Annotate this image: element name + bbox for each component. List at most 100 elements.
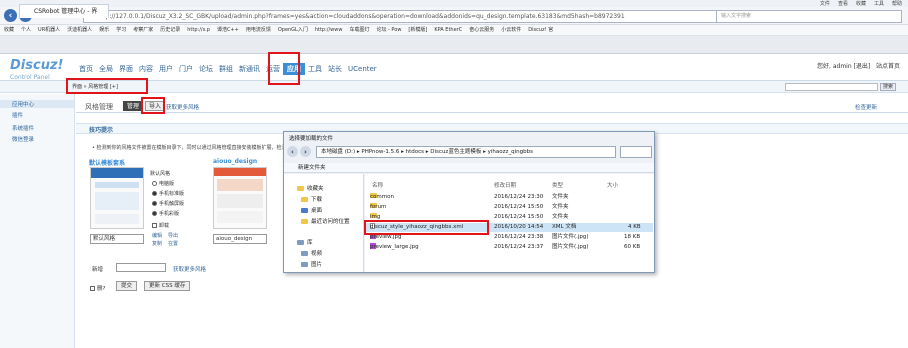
folder-icon — [301, 197, 308, 202]
tree-recent[interactable]: 最近访问的位置 — [301, 217, 350, 225]
style-name-input[interactable]: aiouo_design — [213, 234, 267, 244]
tree-favorites[interactable]: 收藏夹 — [297, 184, 324, 192]
file-row[interactable]: preview_large.jpg 2016/12/24 23:37 图片文件(… — [366, 243, 653, 252]
menu-file[interactable]: 文件 — [820, 0, 830, 7]
tree-pictures[interactable]: 图片 — [301, 260, 322, 268]
bookmark-item[interactable]: 小云软件 — [501, 25, 521, 35]
nav-ucenter[interactable]: UCenter — [345, 63, 380, 75]
bookmark-item[interactable]: 历史记录 — [160, 25, 180, 35]
file-row[interactable]: common 2016/12/24 23:30 文件夹 — [366, 193, 653, 202]
edit-link[interactable]: 编辑 — [152, 232, 162, 239]
logo-subtitle: Control Panel — [10, 74, 50, 81]
bookmark-item[interactable]: Discuz! 官 — [528, 25, 553, 35]
title-row — [76, 96, 908, 113]
menu-tools[interactable]: 工具 — [874, 0, 884, 7]
bookmark-item[interactable]: 车载图灯 — [349, 25, 369, 35]
manage-button[interactable]: 管理 — [123, 101, 144, 111]
col-name[interactable]: 名称 — [372, 181, 383, 189]
bookmark-item[interactable]: 论坛 - Pow — [376, 25, 401, 35]
dialog-back-icon[interactable]: ‹ — [287, 146, 298, 157]
sidebar-item-app-center[interactable]: 应用中心 — [0, 100, 74, 108]
dialog-forward-icon[interactable]: › — [300, 146, 311, 157]
nav-users[interactable]: 用户 — [156, 63, 176, 75]
bookmark-item[interactable]: UR机器人 — [38, 25, 60, 35]
bookmark-item[interactable]: KPA EtherC — [434, 25, 462, 35]
bookmark-item[interactable]: OpenGL入门 — [278, 25, 308, 35]
bookmark-item[interactable]: 用电流反馈 — [246, 25, 271, 35]
picture-icon — [301, 262, 308, 267]
style-thumbnail[interactable] — [90, 167, 144, 229]
menu-view[interactable]: 查看 — [838, 0, 848, 7]
nav-webmaster[interactable]: 站长 — [325, 63, 345, 75]
uninstall-checkbox[interactable]: 卸载 — [152, 222, 169, 229]
nav-newcomm[interactable]: 新通讯 — [236, 63, 263, 75]
bookmark-item[interactable]: [新模版] — [408, 25, 427, 35]
dialog-toolbar[interactable]: 新建文件夹 — [284, 163, 654, 173]
admin-search-button[interactable]: 搜索 — [880, 83, 896, 91]
tree-libraries[interactable]: 库 — [297, 238, 313, 246]
dialog-title: 选择要加载的文件 — [289, 136, 334, 142]
nav-portal[interactable]: 门户 — [176, 63, 196, 75]
bookmark-item[interactable]: 沃迪机器人 — [67, 25, 92, 35]
nav-groups[interactable]: 群组 — [216, 63, 236, 75]
check-update-link[interactable]: 检查更新 — [855, 103, 877, 111]
upgrade-link[interactable]: 在置 — [168, 240, 178, 247]
nav-forum[interactable]: 论坛 — [196, 63, 216, 75]
radio-pc[interactable]: 电脑版 — [152, 180, 174, 187]
export-link[interactable]: 导出 — [168, 232, 178, 239]
browser-search-input[interactable]: 输入文字搜索 — [716, 10, 902, 23]
nav-home[interactable]: 首页 — [76, 63, 96, 75]
bookmark-item[interactable]: http://s.p — [187, 25, 210, 35]
sidebar-item-plugins[interactable]: 插件 — [12, 111, 23, 119]
submit-button[interactable]: 提交 — [116, 281, 138, 291]
tip-label: 技巧提示 — [89, 127, 114, 134]
dialog-search-input[interactable] — [620, 146, 652, 158]
update-css-button[interactable]: 更新 CSS 缓存 — [144, 281, 191, 291]
menu-favorites[interactable]: 收藏 — [856, 0, 866, 7]
tree-downloads[interactable]: 下载 — [301, 195, 322, 203]
more-styles-link-bottom[interactable]: 获取更多风格 — [173, 265, 206, 273]
style-thumbnail[interactable] — [213, 167, 267, 229]
col-size[interactable]: 大小 — [607, 181, 618, 189]
bookmark-item[interactable]: http://www — [315, 25, 343, 35]
radio-mobile-std[interactable]: 手机标准版 — [152, 190, 184, 197]
admin-search-input[interactable] — [785, 83, 878, 91]
dialog-path[interactable]: 本地磁盘 (D:) ▸ PHPnow-1.5.6 ▸ htdocs ▸ Disc… — [316, 146, 616, 158]
radio-mobile-touch[interactable]: 手机触屏版 — [152, 200, 184, 207]
bookmark-item[interactable]: 谭浩C++ — [217, 25, 239, 35]
browser-tab[interactable]: CSRobot 管理中心 - 界 — [19, 4, 109, 18]
new-style-input[interactable] — [116, 263, 166, 272]
bookmark-item[interactable]: 娱乐 — [99, 25, 109, 35]
bookmark-item[interactable]: 学习 — [116, 25, 126, 35]
style-name-input[interactable]: 默认风格 — [90, 234, 144, 244]
col-date[interactable]: 修改日期 — [494, 181, 516, 189]
nav-content[interactable]: 内容 — [136, 63, 156, 75]
nav-interface[interactable]: 界面 — [116, 63, 136, 75]
file-row[interactable]: forum 2016/12/24 15:50 文件夹 — [366, 203, 653, 212]
sidebar-item-wechat-login[interactable]: 微信登录 — [12, 135, 34, 143]
sidebar-item-system-plugins[interactable]: 系统插件 — [12, 124, 34, 132]
checkbox-icon — [152, 223, 157, 228]
address-bar[interactable]: http://127.0.0.1/Discuz_X3.2_SC_GBK/uplo… — [83, 10, 718, 23]
nav-tools[interactable]: 工具 — [305, 63, 325, 75]
discuz-logo: Discuz! — [10, 58, 64, 73]
bookmark-item[interactable]: 个人 — [21, 25, 31, 35]
more-styles-link[interactable]: 获取更多风格 — [166, 103, 199, 111]
bookmark-item[interactable]: 考察厂家 — [133, 25, 153, 35]
bookmark-item[interactable]: 收藏 — [4, 25, 14, 35]
copy-link[interactable]: 复制 — [152, 240, 162, 247]
tree-desktop[interactable]: 桌面 — [301, 206, 322, 214]
back-icon[interactable]: ‹ — [4, 9, 17, 22]
bookmark-item[interactable]: 奋心云服务 — [469, 25, 494, 35]
star-icon — [297, 186, 304, 191]
highlight-import-button — [141, 97, 165, 114]
nav-global[interactable]: 全局 — [96, 63, 116, 75]
col-type[interactable]: 类型 — [552, 181, 563, 189]
user-greeting[interactable]: 您好, admin [退出] — [817, 63, 870, 70]
delete-checkbox[interactable]: 删? — [90, 284, 105, 292]
menu-help[interactable]: 帮助 — [892, 0, 902, 7]
tree-videos[interactable]: 视频 — [301, 249, 322, 257]
radio-mobile-color[interactable]: 手机彩版 — [152, 210, 179, 217]
user-bar: 您好, admin [退出] 站点首页 — [817, 61, 900, 70]
site-home-link[interactable]: 站点首页 — [876, 63, 900, 70]
